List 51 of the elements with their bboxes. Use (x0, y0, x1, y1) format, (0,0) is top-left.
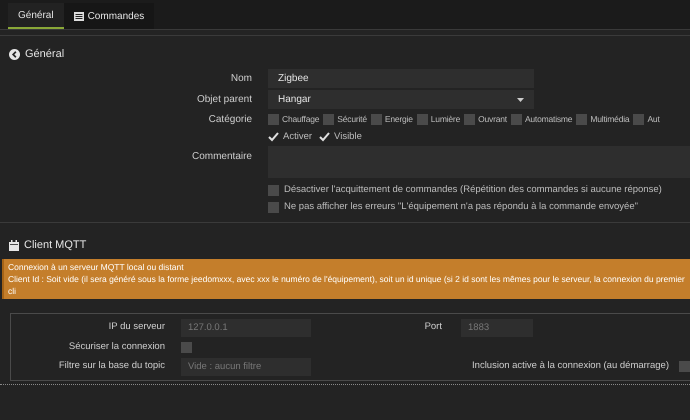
field-label: Nom (230, 72, 253, 86)
checkbox-label: Ne pas afficher les erreurs "L'équipement n'a pas répondu à la commande envoyée" (284, 200, 638, 214)
checkbox[interactable] (319, 132, 330, 142)
caret-icon (517, 98, 524, 102)
alert-text: Connexion à un serveur MQTT local ou distant (8, 261, 185, 273)
checkbox-label: Ouvrant (478, 112, 507, 126)
checkmark-icon (319, 132, 330, 142)
section-title: Client MQTT (24, 238, 86, 253)
checkbox[interactable] (464, 114, 476, 124)
calendar-icon (9, 240, 19, 250)
checkbox-label: Sécurité (337, 112, 367, 126)
field-label: Sécuriser la connexion (68, 340, 166, 354)
parent-select[interactable]: Hangar (268, 90, 534, 109)
alert-text: Client Id : Soit vide (il sera généré sous la forme jeedomxxx, avec xxx le numéro de l'équipement), soit un id unique (si 2 id sont les mêmes pour le serveur, la connexion du premier cli (8, 273, 686, 297)
field-label: Filtre sur la base du topic (58, 359, 166, 374)
checkmark-icon (268, 132, 279, 142)
checkbox[interactable] (268, 114, 279, 124)
checkbox[interactable] (323, 114, 334, 124)
topic-filter-input[interactable]: Vide : aucun filtre (181, 358, 311, 376)
field-label: Objet parent (196, 93, 253, 107)
checkbox-label: Chauffage (282, 112, 320, 126)
checkbox-label: Activer (283, 130, 312, 144)
checkbox-label: Désactiver l'acquittement de commandes (Répétition des commandes si aucune réponse) (284, 183, 662, 198)
checkbox[interactable] (268, 132, 279, 142)
checkbox-label: Lumière (430, 112, 460, 126)
name-input[interactable]: Zigbee (268, 69, 534, 88)
field-label: Port (424, 320, 443, 334)
field-label: Inclusion active à la connexion (au démarrage) (471, 359, 670, 374)
checkbox[interactable] (633, 114, 644, 124)
field-label: Commentaire (190, 150, 253, 164)
port-input[interactable]: 1883 (461, 318, 533, 336)
checkbox[interactable] (416, 114, 428, 124)
checkbox[interactable] (576, 114, 588, 124)
server-ip-input[interactable]: 127.0.0.1 (181, 318, 311, 336)
list-icon (74, 12, 84, 20)
checkbox-label: Automatisme (524, 112, 572, 126)
checkbox-label: Energie (384, 112, 413, 126)
field-label: Catégorie (208, 112, 253, 126)
field-label: IP du serveur (108, 320, 166, 334)
checkbox[interactable] (268, 202, 279, 213)
checkbox[interactable] (181, 342, 192, 352)
tab[interactable]: Général (8, 3, 64, 29)
checkbox[interactable] (679, 361, 690, 372)
checkbox-label: Multimédia (590, 112, 630, 126)
checkbox[interactable] (268, 185, 279, 196)
checkbox-label: Aut (647, 112, 660, 126)
checkbox[interactable] (510, 114, 522, 124)
tab[interactable]: Commandes (64, 3, 154, 29)
checkbox[interactable] (370, 114, 382, 124)
section-title: Général (25, 46, 64, 62)
checkbox-label: Visible (334, 130, 362, 144)
